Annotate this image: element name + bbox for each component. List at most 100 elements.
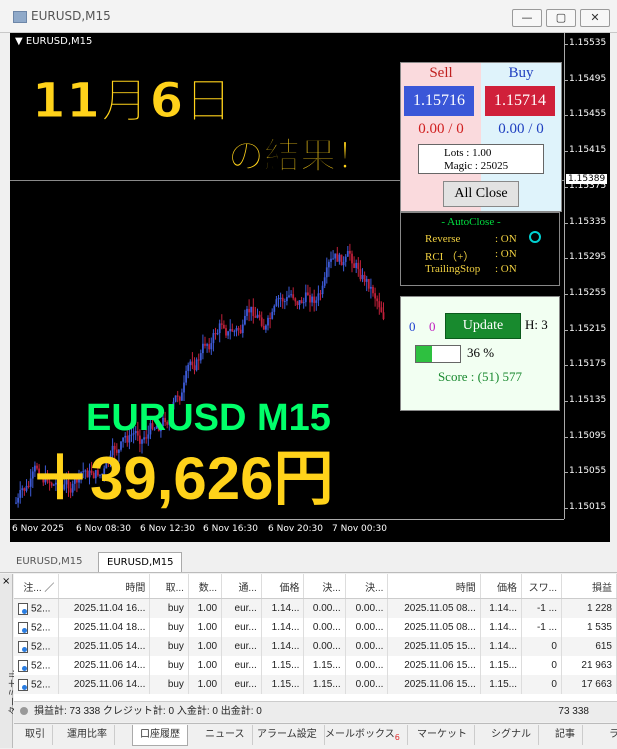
table-cell: eur... — [221, 675, 262, 694]
candle-body — [235, 328, 238, 332]
candle-body — [229, 328, 232, 332]
candle-body — [382, 312, 385, 320]
candle-body — [313, 296, 316, 303]
terminal-tab[interactable]: ニュース — [198, 725, 253, 745]
terminal-tab[interactable]: マーケット — [410, 725, 475, 745]
table-row[interactable]: 52... 2025.11.04 16... buy 1.00 eur... 1.14..… — [14, 598, 617, 618]
table-cell: buy — [149, 656, 189, 675]
price-label: 1.15295 — [569, 252, 607, 263]
candle-body — [193, 365, 196, 371]
terminal-tab[interactable]: 取引 — [18, 725, 53, 745]
table-row[interactable]: 52... 2025.11.06 14... buy 1.00 eur... 1.15..… — [14, 675, 617, 694]
candle-body — [330, 258, 332, 262]
candle-body — [294, 298, 297, 302]
status-ring-icon[interactable] — [529, 231, 541, 243]
close-button[interactable]: ✕ — [580, 9, 610, 27]
terminal-tab[interactable]: 運用比率 — [60, 725, 115, 745]
candle-body — [185, 370, 187, 383]
candle-body — [355, 262, 358, 268]
terminal-history-panel: 注... ／時間 取... 数... 通... 価格 決... 決... 時間 価格 スワ... 損… — [14, 574, 617, 722]
terminal-tab[interactable]: シグナル — [484, 725, 539, 745]
candle-body — [286, 297, 288, 302]
candle-body — [353, 263, 355, 268]
candle-body — [344, 256, 347, 262]
history-table: 注... ／時間 取... 数... 通... 価格 決... 決... 時間 価格 スワ... 損… — [14, 574, 617, 694]
column-header[interactable]: 時間 — [58, 574, 151, 599]
candle-body — [288, 295, 290, 298]
candle-body — [325, 267, 328, 278]
time-label: 6 Nov 08:30 — [76, 524, 131, 534]
candle-body — [258, 314, 261, 318]
candle-body — [252, 306, 255, 317]
table-cell: 2025.11.06 14... — [58, 656, 151, 675]
price-label: 1.15015 — [569, 502, 607, 513]
time-label: 6 Nov 2025 — [12, 524, 64, 534]
table-cell: 2025.11.04 18... — [58, 618, 151, 637]
column-header[interactable]: 決... — [345, 574, 389, 599]
candle-body — [195, 359, 198, 371]
column-header[interactable]: 価格 — [261, 574, 305, 599]
price-tick — [565, 472, 568, 474]
maximize-button[interactable]: ▢ — [546, 9, 576, 27]
column-header[interactable]: 時間 — [387, 574, 481, 599]
candle-body — [260, 317, 263, 326]
candle-body — [374, 293, 376, 299]
all-close-button[interactable]: All Close — [443, 181, 519, 207]
count-b: 0 — [429, 319, 436, 334]
candle-body — [267, 317, 269, 326]
candle-body — [298, 300, 301, 306]
table-row[interactable]: 52... 2025.11.05 14... buy 1.00 eur... 1.14..… — [14, 637, 617, 656]
candle-body — [321, 285, 324, 295]
candle-body — [208, 344, 211, 350]
update-panel: 0 0 Update H: 3 36 % Score : (51) 577 — [400, 296, 560, 411]
progress-bar-fill — [416, 346, 432, 362]
price-chart[interactable]: ▼ EURUSD,M15 11月6日 の結果！ EURUSD M15 ＋39,6… — [10, 33, 610, 542]
summary-text: 損益計: 73 338 クレジット計: 0 入金計: 0 出金計: 0 — [34, 706, 262, 717]
column-header[interactable]: 数... — [188, 574, 223, 599]
column-header[interactable]: 価格 — [480, 574, 523, 599]
terminal-tab[interactable]: ライブ — [602, 725, 617, 745]
column-header[interactable]: 通... — [221, 574, 262, 599]
candle-body — [216, 333, 219, 335]
candle-body — [309, 295, 311, 303]
candle-body — [363, 274, 366, 282]
column-header[interactable]: スワ... — [521, 574, 562, 599]
minimize-button[interactable]: — — [512, 9, 542, 27]
price-label: 1.15415 — [569, 145, 607, 156]
column-header[interactable]: 損益 — [561, 574, 617, 599]
table-cell: 1.00 — [188, 675, 223, 694]
candle-body — [351, 253, 353, 264]
table-cell: eur... — [221, 637, 262, 656]
candle-body — [380, 307, 383, 313]
terminal-tab[interactable]: 記事 — [548, 725, 583, 745]
chart-tab-2[interactable]: EURUSD,M15 — [98, 552, 183, 572]
candle-body — [23, 488, 26, 491]
chart-tab-1[interactable]: EURUSD,M15 — [8, 552, 90, 571]
autoclose-title: - AutoClose - — [441, 216, 501, 228]
table-header-row: 注... ／時間 取... 数... 通... 価格 決... 決... 時間 価格 スワ... 損… — [14, 574, 617, 599]
terminal-tab[interactable]: 口座履歴 — [132, 725, 188, 746]
terminal-tab[interactable]: アラーム設定 — [250, 725, 325, 745]
table-row[interactable]: 52... 2025.11.04 18... buy 1.00 eur... 1.14..… — [14, 618, 617, 637]
candle-body — [197, 359, 200, 361]
table-cell: buy — [149, 637, 189, 656]
column-header[interactable]: 取... — [149, 574, 189, 599]
candle-body — [275, 299, 278, 306]
buy-price-button[interactable]: 1.15714 — [485, 86, 555, 116]
column-header[interactable]: 注... ／ — [14, 574, 60, 599]
price-tick — [565, 151, 568, 153]
candle-body — [212, 333, 215, 344]
time-label: 7 Nov 00:30 — [332, 524, 387, 534]
column-header[interactable]: 決... — [303, 574, 346, 599]
candle-body — [237, 328, 240, 330]
candle-body — [223, 324, 225, 329]
table-row[interactable]: 52... 2025.11.06 14... buy 1.00 eur... 1.15..… — [14, 656, 617, 675]
candle-body — [199, 353, 202, 361]
terminal-tab[interactable]: メールボックス6 — [318, 725, 408, 745]
terminal-close-icon[interactable]: × — [2, 576, 10, 587]
candle-body — [359, 269, 362, 280]
update-button[interactable]: Update — [445, 313, 521, 339]
sell-price-button[interactable]: 1.15716 — [404, 86, 474, 116]
price-tick — [565, 258, 568, 260]
candle-body — [328, 261, 330, 268]
